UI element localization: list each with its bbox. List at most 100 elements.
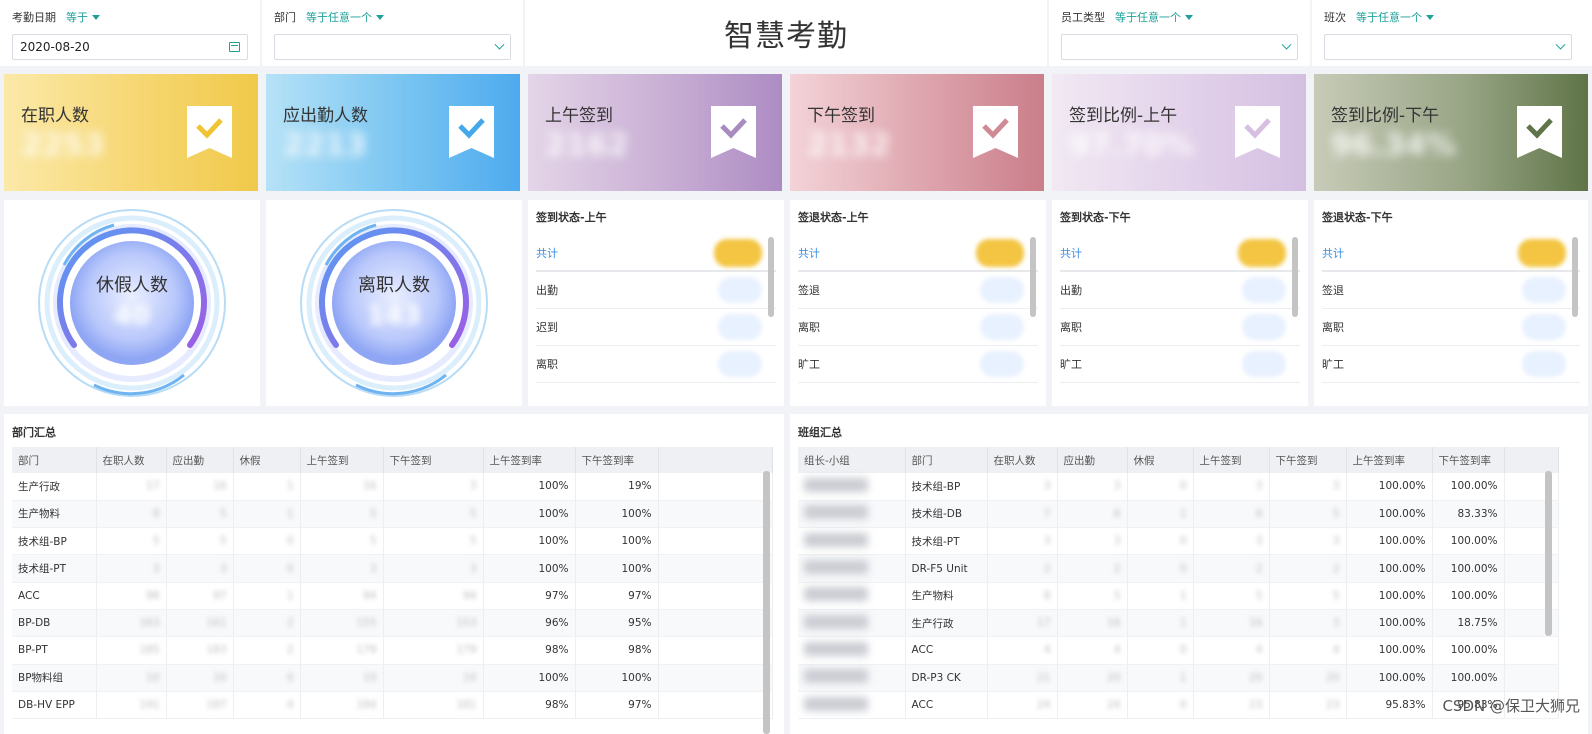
table-cell: 生产物料 <box>12 500 97 529</box>
table-row[interactable]: 生产行政 17 16 1 16 3 100.00% 18.75% <box>798 609 1559 638</box>
table-cell: 技术组-BP <box>905 473 988 501</box>
column-header[interactable]: 下午签到 <box>1269 447 1347 473</box>
list-item[interactable]: 旷工 <box>798 346 1038 383</box>
status-list[interactable]: 共计 签退 离职 旷工 <box>798 235 1038 383</box>
filter-dept-operator[interactable]: 等于任意一个 <box>306 9 384 25</box>
table-cell: 96% <box>483 609 576 638</box>
list-item[interactable]: 出勤 <box>1060 272 1300 309</box>
column-header[interactable]: 下午签到 <box>383 447 484 473</box>
resign-gauge-panel: 离职人数 143 <box>266 200 522 406</box>
table-cell: 1 <box>1127 500 1194 529</box>
table-row[interactable]: DB-HV EPP 191 187 4 184 181 98% 97% <box>12 691 773 720</box>
blurred-number: 4 <box>1113 644 1121 657</box>
gauge-label: 离职人数 <box>358 275 430 296</box>
table-cell: 1 <box>233 473 301 501</box>
team-summary-title: 班组汇总 <box>798 426 842 439</box>
filter-shift-operator[interactable]: 等于任意一个 <box>1356 9 1434 25</box>
table-row[interactable]: DR-P3 CK 21 20 1 20 20 100.00% 100.00% <box>798 664 1559 692</box>
calendar-icon[interactable] <box>229 42 240 52</box>
table-row[interactable]: ACC 98 97 1 94 94 97% 97% <box>12 582 773 610</box>
blurred-number: 20 <box>1249 671 1263 684</box>
scrollbar[interactable] <box>1030 237 1036 317</box>
list-item[interactable]: 签退 <box>1322 272 1580 309</box>
scrollbar[interactable] <box>1572 237 1578 317</box>
list-item[interactable]: 离职 <box>1060 309 1300 346</box>
table-row[interactable]: DR-F5 Unit 2 2 0 2 2 100.00% 100.00% <box>798 554 1559 583</box>
status-panel-am-signin: 签到状态-上午 共计 出勤 迟到 离职 <box>528 200 784 406</box>
status-list[interactable]: 共计 出勤 离职 旷工 <box>1060 235 1300 383</box>
kpi-card-pm-signin: 下午签到 2132 <box>790 74 1044 191</box>
table-cell: 5 <box>383 527 484 556</box>
table-row[interactable]: BP-PT 185 183 2 179 179 98% 98% <box>12 636 773 665</box>
table-row[interactable]: 生产物料 8 5 1 5 5 100% 100% <box>12 500 773 529</box>
list-item[interactable]: 离职 <box>798 309 1038 346</box>
kpi-label: 签到比例-下午 <box>1331 106 1440 126</box>
table-row[interactable]: 技术组-PT 3 3 0 3 3 100% 100% <box>12 554 773 583</box>
filter-date-label: 考勤日期 <box>12 11 56 24</box>
column-header[interactable]: 休假 <box>233 447 301 473</box>
list-item[interactable]: 共计 <box>536 235 776 272</box>
table-cell <box>798 664 906 692</box>
list-item[interactable]: 旷工 <box>1060 346 1300 383</box>
table-row[interactable]: 生产物料 8 5 1 5 5 100.00% 100.00% <box>798 582 1559 610</box>
blurred-number: 23 <box>1249 699 1263 712</box>
column-header[interactable]: 在职人数 <box>987 447 1058 473</box>
list-item[interactable]: 签退 <box>798 272 1038 309</box>
column-header[interactable]: 组长-小组 <box>798 447 906 473</box>
date-input[interactable]: 2020-08-20 <box>12 34 248 60</box>
shift-select[interactable] <box>1324 34 1572 60</box>
table-row[interactable]: 技术组-DB 7 6 1 6 5 100.00% 83.33% <box>798 500 1559 529</box>
column-header[interactable]: 在职人数 <box>96 447 167 473</box>
column-header[interactable]: 部门 <box>12 447 97 473</box>
list-item[interactable]: 共计 <box>798 235 1038 272</box>
dept-select[interactable] <box>274 34 511 60</box>
table-row[interactable]: 生产行政 17 16 1 16 3 100% 19% <box>12 473 773 501</box>
list-item[interactable]: 旷工 <box>1322 346 1580 383</box>
column-header[interactable]: 部门 <box>905 447 988 473</box>
blurred-number: 5 <box>1332 507 1340 520</box>
table-row[interactable]: 技术组-BP 5 5 0 5 5 100% 100% <box>12 527 773 556</box>
table-cell <box>658 636 773 665</box>
column-header[interactable]: 休假 <box>1127 447 1194 473</box>
table-row[interactable]: BP物料组 10 10 0 10 10 100% 100% <box>12 664 773 692</box>
table-cell: 3 <box>1193 527 1270 556</box>
list-item[interactable]: 共计 <box>1322 235 1580 272</box>
list-item[interactable]: 离职 <box>1322 309 1580 346</box>
redacted-name <box>804 587 868 602</box>
column-header[interactable]: 下午签到率 <box>575 447 659 473</box>
scrollbar[interactable] <box>1292 237 1298 317</box>
status-panel-am-signout: 签退状态-上午 共计 签退 离职 旷工 <box>790 200 1046 406</box>
column-header[interactable]: 上午签到 <box>300 447 384 473</box>
table-row[interactable]: ACC 4 4 0 4 4 100.00% 100.00% <box>798 636 1559 665</box>
filter-date-operator[interactable]: 等于 <box>66 9 100 25</box>
status-list[interactable]: 共计 出勤 迟到 离职 <box>536 235 776 383</box>
blurred-number: 2 <box>1043 562 1051 575</box>
scrollbar[interactable] <box>763 471 770 734</box>
list-item[interactable]: 共计 <box>1060 235 1300 272</box>
scrollbar[interactable] <box>768 237 774 317</box>
column-header[interactable]: 上午签到率 <box>483 447 576 473</box>
column-header[interactable]: 上午签到率 <box>1346 447 1433 473</box>
table-row[interactable]: 技术组-PT 3 3 0 3 3 100.00% 100.00% <box>798 527 1559 556</box>
kpi-card-am-signin: 上午签到 2162 <box>528 74 782 191</box>
column-header[interactable]: 应出勤 <box>166 447 234 473</box>
status-list[interactable]: 共计 签退 离职 旷工 <box>1322 235 1580 383</box>
column-header[interactable]: 上午签到 <box>1193 447 1270 473</box>
table-cell: 100.00% <box>1432 527 1505 556</box>
blurred-number: 5 <box>219 535 227 548</box>
table-row[interactable]: 技术组-BP 3 3 0 3 3 100.00% 100.00% <box>798 473 1559 501</box>
table-cell: 100.00% <box>1346 636 1433 665</box>
emp-type-select[interactable] <box>1061 34 1298 60</box>
list-item[interactable]: 出勤 <box>536 272 776 309</box>
filter-shift-label: 班次 <box>1324 11 1346 24</box>
list-item[interactable]: 迟到 <box>536 309 776 346</box>
scrollbar[interactable] <box>1545 471 1552 636</box>
count-pill <box>1242 314 1286 340</box>
column-header[interactable]: 下午签到率 <box>1432 447 1505 473</box>
table-row[interactable]: BP-DB 163 161 2 155 153 96% 95% <box>12 609 773 638</box>
column-header[interactable]: 应出勤 <box>1057 447 1128 473</box>
table-cell: 100% <box>483 527 576 556</box>
filter-emp-type-operator[interactable]: 等于任意一个 <box>1115 9 1193 25</box>
blurred-number: 5 <box>219 507 227 520</box>
list-item[interactable]: 离职 <box>536 346 776 383</box>
